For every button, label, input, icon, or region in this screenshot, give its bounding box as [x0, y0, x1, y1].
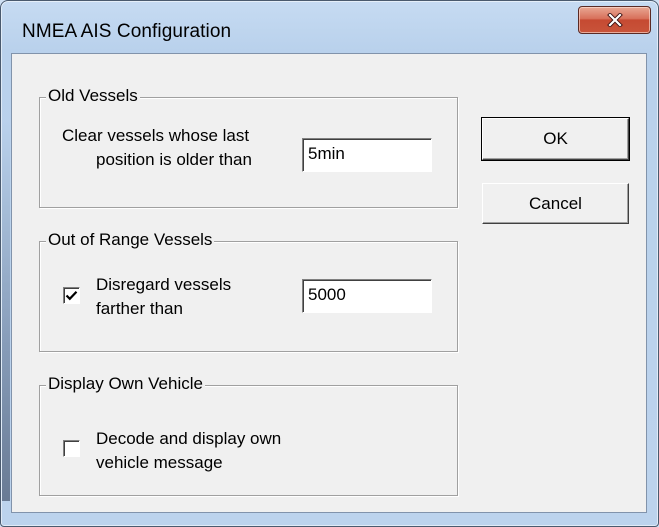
- window-title: NMEA AIS Configuration: [22, 21, 232, 42]
- ok-button[interactable]: OK: [481, 117, 630, 161]
- range-distance-input[interactable]: 5000: [302, 279, 432, 313]
- close-icon: [606, 13, 623, 27]
- checkmark-icon: [65, 291, 78, 301]
- disregard-vessels-label-line1: Disregard vessels: [96, 275, 232, 294]
- decode-own-vehicle-label-line1: Decode and display own: [96, 429, 282, 448]
- decode-own-vehicle-label-line2: vehicle message: [96, 453, 223, 472]
- disregard-vessels-label-line2: farther than: [96, 299, 183, 318]
- cancel-button[interactable]: Cancel: [482, 183, 629, 224]
- decode-own-vehicle-checkbox[interactable]: [63, 440, 80, 457]
- old-vessels-label-line1: Clear vessels whose last: [62, 126, 250, 145]
- old-vessels-legend: Old Vessels: [46, 86, 140, 106]
- old-vessels-label-line2: position is older than: [96, 150, 252, 169]
- old-vessels-age-input[interactable]: 5min: [302, 138, 432, 172]
- close-button[interactable]: [578, 6, 651, 34]
- own-vehicle-legend: Display Own Vehicle: [46, 374, 205, 394]
- dialog-client-area: Old Vessels Clear vessels whose last pos…: [11, 53, 647, 513]
- disregard-vessels-checkbox[interactable]: [63, 287, 80, 304]
- out-of-range-legend: Out of Range Vessels: [46, 230, 215, 250]
- frame-shadow: [2, 121, 10, 501]
